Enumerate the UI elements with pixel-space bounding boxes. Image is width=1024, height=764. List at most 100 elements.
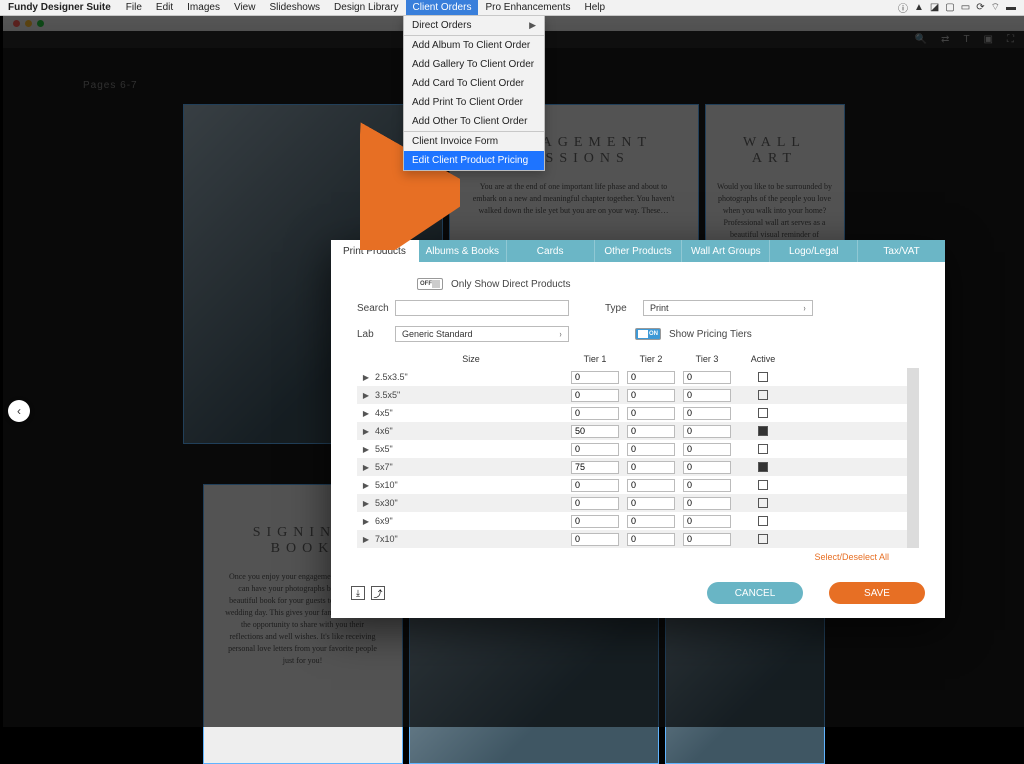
tier2-input[interactable]: [627, 479, 675, 492]
menubar-item-client-orders[interactable]: Client Orders: [406, 0, 479, 15]
menubar-item-slideshows[interactable]: Slideshows: [262, 0, 327, 15]
tray-wifi-icon[interactable]: ⌔: [991, 1, 1000, 14]
row-expand-icon[interactable]: ▶: [357, 481, 375, 490]
tier3-input[interactable]: [683, 461, 731, 474]
menubar-item-edit[interactable]: Edit: [149, 0, 180, 15]
tier1-input[interactable]: [571, 443, 619, 456]
table-row: ▶3.5x5": [357, 386, 907, 404]
row-expand-icon[interactable]: ▶: [357, 445, 375, 454]
row-expand-icon[interactable]: ▶: [357, 499, 375, 508]
row-expand-icon[interactable]: ▶: [357, 373, 375, 382]
dropdown-edit-client-product-pricing[interactable]: Edit Client Product Pricing: [404, 151, 544, 170]
tier2-input[interactable]: [627, 389, 675, 402]
tier3-input[interactable]: [683, 443, 731, 456]
dropdown-client-invoice[interactable]: Client Invoice Form: [404, 132, 544, 151]
tier1-input[interactable]: [571, 389, 619, 402]
active-checkbox[interactable]: [758, 462, 768, 472]
dropdown-add-print[interactable]: Add Print To Client Order: [404, 93, 544, 112]
prev-spread-button[interactable]: ‹: [8, 400, 30, 422]
tier2-input[interactable]: [627, 515, 675, 528]
tray-info-icon[interactable]: ⓘ: [898, 0, 908, 15]
cancel-button[interactable]: CANCEL: [707, 582, 803, 604]
dropdown-add-album[interactable]: Add Album To Client Order: [404, 36, 544, 55]
row-expand-icon[interactable]: ▶: [357, 535, 375, 544]
active-checkbox[interactable]: [758, 372, 768, 382]
tier2-input[interactable]: [627, 461, 675, 474]
active-checkbox[interactable]: [758, 426, 768, 436]
tier3-input[interactable]: [683, 425, 731, 438]
tier2-input[interactable]: [627, 371, 675, 384]
tab-cards[interactable]: Cards: [507, 240, 595, 262]
tier3-input[interactable]: [683, 407, 731, 420]
tray-battery-icon[interactable]: ▬: [1006, 2, 1016, 13]
tier3-input[interactable]: [683, 515, 731, 528]
menubar-item-images[interactable]: Images: [180, 0, 227, 15]
tier1-input[interactable]: [571, 533, 619, 546]
tier3-input[interactable]: [683, 371, 731, 384]
menubar-item-help[interactable]: Help: [578, 0, 613, 15]
menubar-item-view[interactable]: View: [227, 0, 263, 15]
tier1-input[interactable]: [571, 479, 619, 492]
tier1-input[interactable]: [571, 425, 619, 438]
tier3-input[interactable]: [683, 389, 731, 402]
tab-tax-vat[interactable]: Tax/VAT: [858, 240, 945, 262]
tier1-input[interactable]: [571, 461, 619, 474]
tier3-input[interactable]: [683, 497, 731, 510]
menubar-item-pro-enhancements[interactable]: Pro Enhancements: [478, 0, 577, 15]
tier3-input[interactable]: [683, 533, 731, 546]
tier2-input[interactable]: [627, 407, 675, 420]
search-label: Search: [357, 303, 395, 314]
tray-display-icon[interactable]: ▢: [945, 2, 954, 13]
dropdown-add-other[interactable]: Add Other To Client Order: [404, 112, 544, 131]
row-expand-icon[interactable]: ▶: [357, 391, 375, 400]
save-button[interactable]: SAVE: [829, 582, 925, 604]
table-row: ▶4x6": [357, 422, 907, 440]
import-button[interactable]: ⤓: [351, 586, 365, 600]
select-deselect-all-link[interactable]: Select/Deselect All: [814, 552, 889, 562]
active-checkbox[interactable]: [758, 444, 768, 454]
search-input[interactable]: [395, 300, 569, 316]
dropdown-direct-orders[interactable]: Direct Orders ▶: [404, 16, 544, 35]
tray-adobe-icon[interactable]: ◪: [930, 2, 939, 13]
tray-warning-icon[interactable]: ▲: [914, 2, 924, 13]
export-button[interactable]: ⤴: [371, 586, 385, 600]
show-pricing-tiers-toggle[interactable]: ON: [635, 328, 661, 340]
tab-other-products[interactable]: Other Products: [595, 240, 683, 262]
active-checkbox[interactable]: [758, 390, 768, 400]
dropdown-add-gallery[interactable]: Add Gallery To Client Order: [404, 55, 544, 74]
tier2-input[interactable]: [627, 533, 675, 546]
dropdown-add-card[interactable]: Add Card To Client Order: [404, 74, 544, 93]
row-size-label: 5x30": [375, 498, 567, 508]
tab-wall-art-groups[interactable]: Wall Art Groups: [682, 240, 770, 262]
menubar-app-name[interactable]: Fundy Designer Suite: [0, 2, 119, 13]
only-show-direct-toggle[interactable]: OFF: [417, 278, 443, 290]
active-checkbox[interactable]: [758, 534, 768, 544]
active-checkbox[interactable]: [758, 516, 768, 526]
active-checkbox[interactable]: [758, 498, 768, 508]
active-checkbox[interactable]: [758, 480, 768, 490]
tab-print-products[interactable]: Print Products: [331, 240, 419, 262]
table-scrollbar-thumb[interactable]: [907, 368, 919, 392]
tray-airplay-icon[interactable]: ▭: [961, 2, 970, 13]
tab-logo-legal[interactable]: Logo/Legal: [770, 240, 858, 262]
row-expand-icon[interactable]: ▶: [357, 427, 375, 436]
tier1-input[interactable]: [571, 407, 619, 420]
row-expand-icon[interactable]: ▶: [357, 463, 375, 472]
lab-dropdown[interactable]: Generic Standard ›: [395, 326, 569, 342]
tier2-input[interactable]: [627, 497, 675, 510]
row-expand-icon[interactable]: ▶: [357, 517, 375, 526]
table-row: ▶2.5x3.5": [357, 368, 907, 386]
tier1-input[interactable]: [571, 371, 619, 384]
tab-albums-books[interactable]: Albums & Books: [419, 240, 507, 262]
active-checkbox[interactable]: [758, 408, 768, 418]
tier1-input[interactable]: [571, 497, 619, 510]
tier2-input[interactable]: [627, 443, 675, 456]
type-dropdown[interactable]: Print ›: [643, 300, 813, 316]
menubar-item-design-library[interactable]: Design Library: [327, 0, 405, 15]
tray-sync-icon[interactable]: ⟳: [976, 2, 984, 13]
tier2-input[interactable]: [627, 425, 675, 438]
row-expand-icon[interactable]: ▶: [357, 409, 375, 418]
tier1-input[interactable]: [571, 515, 619, 528]
menubar-item-file[interactable]: File: [119, 0, 149, 15]
tier3-input[interactable]: [683, 479, 731, 492]
